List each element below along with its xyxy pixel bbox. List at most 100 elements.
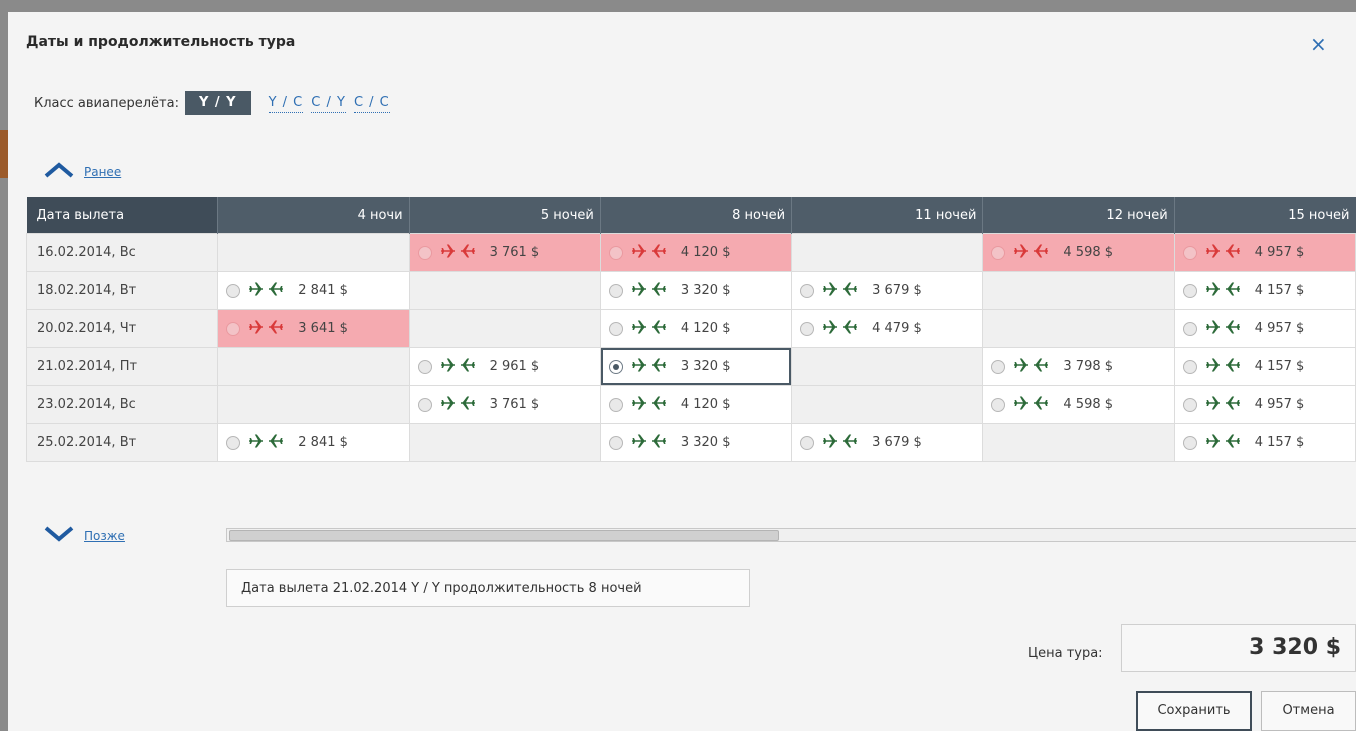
radio-button[interactable] [1182, 359, 1197, 374]
radio-button[interactable] [608, 321, 623, 336]
price-cell[interactable]: 3 320 $ [599, 423, 793, 462]
plane-right-icon [631, 281, 647, 301]
nav-earlier[interactable]: Ранее [44, 162, 121, 182]
close-icon[interactable]: × [1310, 32, 1327, 56]
price-cell[interactable]: 3 761 $ [408, 385, 601, 424]
radio-button[interactable] [608, 435, 623, 450]
radio-button[interactable] [1182, 245, 1197, 260]
price-cell[interactable]: 3 798 $ [982, 347, 1175, 386]
price-option[interactable]: 4 957 $ [1174, 386, 1355, 423]
price-option[interactable]: 3 679 $ [792, 272, 983, 309]
radio-button[interactable] [991, 359, 1006, 374]
horizontal-scrollbar[interactable] [226, 528, 1356, 542]
radio-button[interactable] [608, 283, 623, 298]
price-cell[interactable]: 3 320 $ [599, 271, 793, 310]
price-cell[interactable]: 4 157 $ [1173, 347, 1356, 386]
radio-button[interactable] [417, 245, 432, 260]
price-cell[interactable]: 3 761 $ [408, 233, 601, 272]
price-option[interactable]: 4 157 $ [1174, 424, 1355, 461]
save-button[interactable]: Сохранить [1136, 691, 1252, 731]
price-option[interactable]: 4 120 $ [600, 234, 792, 271]
radio-button[interactable] [800, 321, 815, 336]
price-cell[interactable]: 3 641 $ [217, 309, 410, 348]
radio-button[interactable] [800, 435, 815, 450]
price-option[interactable]: 3 641 $ [218, 310, 409, 347]
radio-button[interactable] [991, 397, 1006, 412]
flight-icons [631, 281, 667, 301]
price-option[interactable]: 2 841 $ [218, 272, 409, 309]
plane-right-icon [248, 433, 264, 453]
radio-button[interactable] [226, 321, 241, 336]
price-option[interactable]: 4 157 $ [1174, 348, 1355, 385]
price-option[interactable]: 3 798 $ [983, 348, 1174, 385]
price-option[interactable]: 3 320 $ [600, 424, 792, 461]
plane-left-icon [1225, 281, 1241, 301]
price-cell[interactable]: 4 957 $ [1173, 233, 1356, 272]
plane-right-icon [1205, 357, 1221, 377]
price-cell[interactable]: 2 961 $ [408, 347, 601, 386]
price-text: 3 761 $ [489, 397, 540, 412]
price-option[interactable]: 3 761 $ [409, 386, 600, 423]
flight-icons [822, 433, 858, 453]
price-cell[interactable]: 4 479 $ [791, 309, 984, 348]
empty-cell [408, 309, 601, 348]
price-cell[interactable]: 4 157 $ [1173, 271, 1356, 310]
plane-right-icon [1205, 281, 1221, 301]
price-option[interactable]: 4 157 $ [1174, 272, 1355, 309]
price-option[interactable]: 4 957 $ [1174, 234, 1355, 271]
flight-class-option-cc[interactable]: C / C [353, 94, 390, 113]
radio-button[interactable] [417, 397, 432, 412]
later-link[interactable]: Позже [84, 529, 125, 543]
price-option[interactable]: 3 679 $ [792, 424, 983, 461]
price-text: 2 841 $ [298, 435, 348, 450]
price-cell[interactable]: 3 320 $ [599, 347, 793, 386]
price-cell[interactable]: 3 679 $ [791, 423, 984, 462]
price-cell[interactable]: 2 841 $ [217, 271, 410, 310]
price-cell[interactable]: 4 120 $ [599, 233, 793, 272]
price-option[interactable]: 4 957 $ [1174, 310, 1355, 347]
price-option[interactable]: 3 320 $ [600, 272, 792, 309]
radio-button[interactable] [800, 283, 815, 298]
cancel-button[interactable]: Отмена [1261, 691, 1356, 731]
radio-button[interactable] [1182, 321, 1197, 336]
price-option[interactable]: 4 598 $ [983, 386, 1174, 423]
radio-button[interactable] [1182, 435, 1197, 450]
selected-option[interactable]: 3 320 $ [600, 348, 792, 385]
price-option[interactable]: 4 479 $ [792, 310, 983, 347]
scrollbar-thumb[interactable] [229, 530, 779, 541]
radio-button[interactable] [226, 283, 241, 298]
nav-later[interactable]: Позже [44, 526, 125, 546]
flight-class-option-cy[interactable]: C / Y [311, 94, 346, 113]
price-option[interactable]: 3 761 $ [409, 234, 600, 271]
chevron-down-icon[interactable] [44, 526, 74, 546]
price-option[interactable]: 2 961 $ [409, 348, 600, 385]
price-option[interactable]: 4 120 $ [600, 386, 792, 423]
radio-button[interactable] [608, 359, 623, 374]
price-option[interactable]: 2 841 $ [218, 424, 409, 461]
flight-class-option-yc[interactable]: Y / C [268, 94, 304, 113]
radio-button[interactable] [226, 435, 241, 450]
radio-button[interactable] [991, 245, 1006, 260]
radio-button[interactable] [608, 245, 623, 260]
price-cell[interactable]: 4 957 $ [1173, 309, 1356, 348]
price-cell[interactable]: 3 679 $ [791, 271, 984, 310]
price-cell[interactable]: 4 157 $ [1173, 423, 1356, 462]
price-cell[interactable]: 4 120 $ [599, 385, 793, 424]
price-option[interactable]: 4 598 $ [983, 234, 1174, 271]
radio-button[interactable] [608, 397, 623, 412]
radio-button[interactable] [1182, 397, 1197, 412]
earlier-link[interactable]: Ранее [84, 165, 121, 179]
price-cell[interactable]: 4 957 $ [1173, 385, 1356, 424]
radio-button[interactable] [1182, 283, 1197, 298]
plane-right-icon [1205, 395, 1221, 415]
chevron-up-icon[interactable] [44, 162, 74, 182]
price-cell[interactable]: 4 598 $ [982, 385, 1175, 424]
price-cell[interactable]: 4 598 $ [982, 233, 1175, 272]
radio-button[interactable] [417, 359, 432, 374]
flight-class-option-yy[interactable]: Y / Y [184, 91, 251, 115]
price-cell[interactable]: 4 120 $ [599, 309, 793, 348]
price-option[interactable]: 4 120 $ [600, 310, 792, 347]
tour-price-label: Цена тура: [1028, 646, 1103, 661]
empty-cell [982, 309, 1175, 348]
price-cell[interactable]: 2 841 $ [217, 423, 410, 462]
